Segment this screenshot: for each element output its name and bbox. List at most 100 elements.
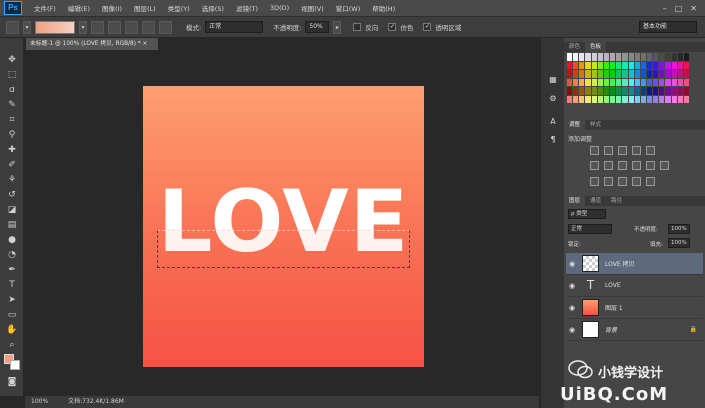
color-swatch[interactable]: [610, 61, 616, 69]
color-swatch[interactable]: [683, 87, 689, 95]
eye-icon[interactable]: ◉: [566, 260, 578, 268]
color-swatch[interactable]: [579, 53, 585, 61]
color-swatch[interactable]: [683, 95, 689, 103]
reflected-gradient-button[interactable]: [142, 20, 155, 34]
color-swatch[interactable]: [634, 61, 640, 69]
color-balance-icon[interactable]: [604, 161, 613, 170]
color-swatch[interactable]: [683, 78, 689, 86]
channel-mixer-icon[interactable]: [646, 161, 655, 170]
eye-icon[interactable]: ◉: [566, 282, 578, 290]
color-lookup-icon[interactable]: [660, 161, 669, 170]
color-swatch[interactable]: [585, 70, 591, 78]
menu-select[interactable]: 选择(S): [196, 3, 230, 13]
eye-icon[interactable]: ◉: [566, 326, 578, 334]
properties-panel-icon[interactable]: ⚙: [547, 93, 559, 105]
color-swatch[interactable]: [640, 70, 646, 78]
color-swatch[interactable]: [585, 53, 591, 61]
color-swatch[interactable]: [573, 87, 579, 95]
color-swatch[interactable]: [628, 70, 634, 78]
color-swatch[interactable]: [640, 87, 646, 95]
color-swatch[interactable]: [567, 87, 573, 95]
tab-swatches[interactable]: 色板: [585, 42, 607, 52]
tab-paths[interactable]: 路径: [606, 196, 627, 206]
healing-brush-tool-icon[interactable]: ✚: [4, 144, 20, 157]
color-swatch[interactable]: [591, 61, 597, 69]
color-swatch[interactable]: [659, 53, 665, 61]
color-swatch[interactable]: [603, 95, 610, 103]
workspace-select[interactable]: 基本功能: [639, 21, 697, 33]
color-swatch[interactable]: [665, 61, 671, 69]
color-swatch[interactable]: [683, 53, 689, 61]
close-button[interactable]: ✕: [690, 4, 697, 13]
color-swatch[interactable]: [653, 95, 659, 103]
color-swatch[interactable]: [610, 87, 616, 95]
levels-icon[interactable]: [604, 146, 613, 155]
photo-filter-icon[interactable]: [632, 161, 641, 170]
color-swatch[interactable]: [579, 95, 585, 103]
color-swatch[interactable]: [640, 61, 646, 69]
selective-color-icon[interactable]: [646, 177, 655, 186]
color-swatch[interactable]: [610, 78, 616, 86]
color-swatch[interactable]: [640, 53, 646, 61]
layer-filter-select[interactable]: ρ 类型: [568, 209, 606, 219]
color-swatch[interactable]: [616, 95, 622, 103]
opacity-input[interactable]: 50%: [305, 21, 330, 33]
color-swatch[interactable]: [591, 78, 597, 86]
lasso-tool-icon[interactable]: ɑ: [4, 84, 20, 97]
quick-select-tool-icon[interactable]: ✎: [4, 99, 20, 112]
tab-color[interactable]: 颜色: [564, 42, 585, 52]
menu-3d[interactable]: 3D(D): [264, 4, 295, 12]
clone-stamp-tool-icon[interactable]: ⚘: [4, 174, 20, 187]
color-swatch[interactable]: [579, 61, 585, 69]
color-swatch[interactable]: [579, 78, 585, 86]
color-swatch[interactable]: [677, 70, 683, 78]
menu-help[interactable]: 帮助(H): [366, 3, 401, 13]
color-swatch[interactable]: [653, 87, 659, 95]
color-swatch[interactable]: [579, 70, 585, 78]
color-swatch[interactable]: [628, 53, 634, 61]
color-swatch[interactable]: [653, 53, 659, 61]
crop-tool-icon[interactable]: ⌗: [4, 114, 20, 127]
color-swatch[interactable]: [573, 61, 579, 69]
color-swatch[interactable]: [634, 53, 640, 61]
color-swatch[interactable]: [677, 53, 683, 61]
color-swatch[interactable]: [634, 78, 640, 86]
color-swatch[interactable]: [646, 87, 653, 95]
color-swatch[interactable]: [677, 87, 683, 95]
color-swatch[interactable]: [646, 70, 653, 78]
pen-tool-icon[interactable]: ✒: [4, 264, 20, 277]
eye-icon[interactable]: ◉: [566, 304, 578, 312]
color-swatch[interactable]: [665, 53, 671, 61]
layer-row[interactable]: ◉ 图层 1: [566, 297, 703, 319]
exposure-icon[interactable]: [632, 146, 641, 155]
color-swatch[interactable]: [616, 78, 622, 86]
color-swatch[interactable]: [671, 95, 677, 103]
color-swatch[interactable]: [665, 95, 671, 103]
type-tool-icon[interactable]: T: [4, 279, 20, 292]
color-swatch[interactable]: [573, 95, 579, 103]
brightness-contrast-icon[interactable]: [590, 146, 599, 155]
color-swatch[interactable]: [591, 70, 597, 78]
color-swatch[interactable]: [653, 70, 659, 78]
gradient-tool-icon[interactable]: ▤: [4, 219, 20, 232]
marquee-tool-icon[interactable]: ⬚: [4, 69, 20, 82]
color-swatch[interactable]: [579, 87, 585, 95]
color-swatch[interactable]: [567, 78, 573, 86]
color-swatch[interactable]: [671, 53, 677, 61]
eyedropper-tool-icon[interactable]: ⚲: [4, 129, 20, 142]
menu-view[interactable]: 视图(V): [295, 3, 330, 13]
brush-tool-icon[interactable]: ✐: [4, 159, 20, 172]
black-white-icon[interactable]: [618, 161, 627, 170]
color-swatch[interactable]: [646, 95, 653, 103]
color-swatch[interactable]: [603, 70, 610, 78]
color-swatch[interactable]: [610, 53, 616, 61]
tool-preset-button[interactable]: [6, 20, 19, 34]
swatch-grid[interactable]: [567, 53, 689, 103]
color-swatch[interactable]: [677, 61, 683, 69]
color-swatch[interactable]: [622, 70, 628, 78]
color-swatch[interactable]: [622, 87, 628, 95]
color-swatch[interactable]: [659, 78, 665, 86]
color-swatch[interactable]: [567, 70, 573, 78]
gradient-dropdown-icon[interactable]: ▾: [79, 20, 87, 34]
gradient-swatch[interactable]: [35, 20, 75, 34]
